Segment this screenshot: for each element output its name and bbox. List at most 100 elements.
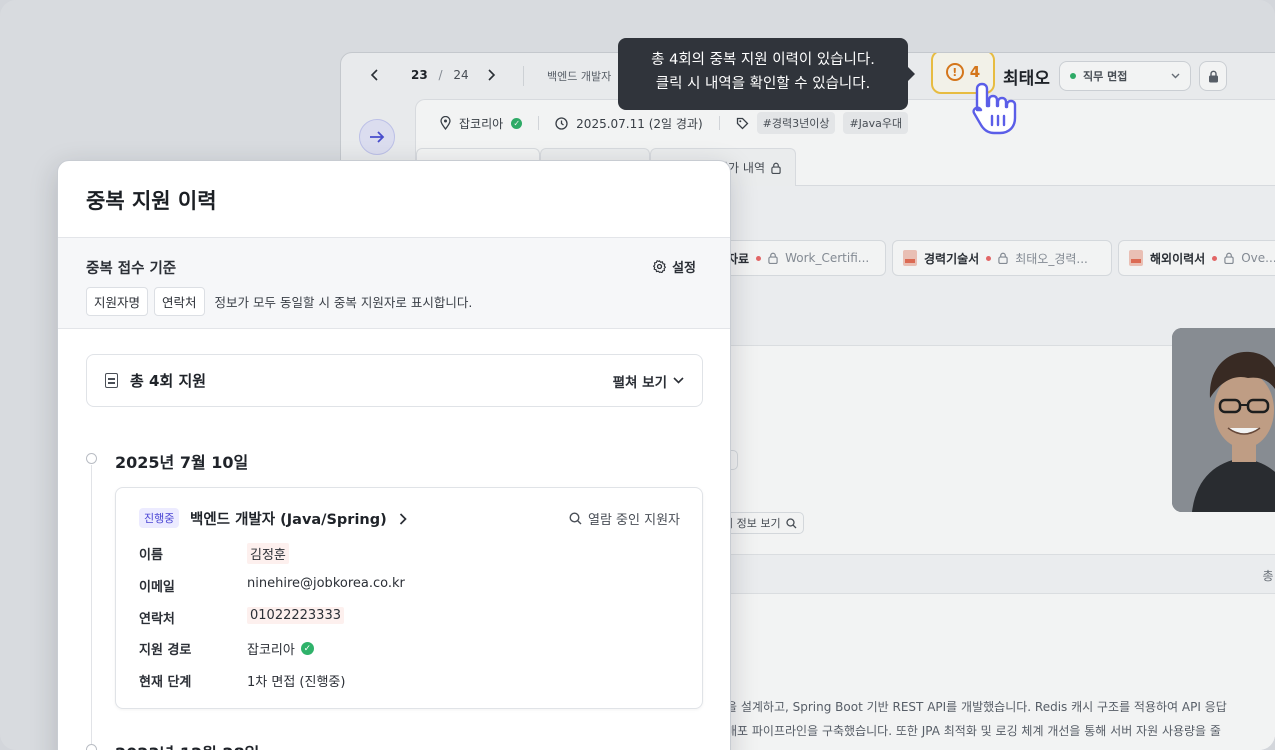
prev-arrow-icon[interactable] (365, 65, 385, 85)
field-value-name: 김정훈 (247, 543, 289, 564)
tag-chip[interactable]: #Java우대 (843, 112, 909, 134)
lock-icon (768, 252, 778, 264)
timeline-line (91, 465, 92, 750)
breadcrumb: 백엔드 개발자 (547, 70, 612, 83)
criteria-description: 정보가 모두 동일할 시 중복 지원자로 표시합니다. (214, 295, 473, 310)
chevron-right-icon (399, 512, 407, 525)
hand-cursor-icon (972, 82, 1017, 135)
timeline-date: 2023년 12월 28일 (115, 740, 259, 750)
chevron-down-icon (1171, 71, 1180, 82)
document-chip[interactable]: 경력기술서 최태오_경력... (892, 240, 1112, 276)
field-label: 현재 단계 (139, 675, 192, 690)
view-info-label: 서 정보 보기 (723, 517, 781, 530)
timeline-date: 2025년 7월 10일 (115, 453, 249, 472)
settings-button[interactable]: 설정 (653, 257, 696, 276)
pager-total: 24 (453, 68, 469, 82)
job-title-link[interactable]: 백엔드 개발자 (Java/Spring) (190, 508, 407, 529)
duplicate-criteria-section: 중복 접수 기준 설정 지원자명 연락처 정보가 모두 동일할 시 중복 지원자… (58, 237, 730, 329)
gear-icon (653, 260, 667, 273)
location-pin-icon (440, 116, 451, 130)
lock-icon (998, 252, 1008, 264)
expand-button[interactable]: 펼쳐 보기 (613, 371, 684, 391)
source-value: 잡코리아 (247, 643, 295, 658)
document-name: 해외이력서 (1150, 251, 1206, 266)
total-count: 총 4 (1262, 569, 1275, 583)
applied-date: 2025.07.11 (2일 경과) (576, 116, 703, 131)
tag-icon (736, 117, 749, 129)
chevron-down-icon (673, 377, 684, 384)
lock-icon (771, 162, 781, 174)
document-name: 경력기술서 (924, 251, 980, 266)
field-value-stage: 1차 면접 (진행중) (247, 671, 345, 690)
email-value: ninehire@jobkorea.co.kr (247, 576, 405, 591)
screen: 23 / 24 백엔드 개발자 ! 4 최태오 직무 면접 잡코리아 ✓ 202… (0, 0, 1275, 750)
criteria-chip: 지원자명 (86, 287, 149, 316)
criteria-title: 중복 접수 기준 (86, 261, 177, 277)
pager: 23 / 24 (411, 68, 469, 82)
profile-photo (1172, 328, 1275, 512)
duplicate-tooltip: 총 4회의 중복 지원 이력이 있습니다. 클릭 시 내역을 확인할 수 있습니… (618, 38, 915, 110)
lock-icon (1224, 252, 1234, 264)
document-file: 최태오_경력... (1015, 251, 1088, 266)
pager-separator: / (438, 68, 443, 82)
field-label: 이메일 (139, 580, 175, 595)
total-applications-summary[interactable]: 총 4회 지원 펼쳐 보기 (86, 354, 703, 407)
viewing-indicator: 열람 중인 지원자 (569, 509, 680, 528)
field-label: 연락처 (139, 612, 175, 627)
search-icon (785, 517, 797, 528)
lock-button[interactable] (1199, 61, 1227, 91)
timeline-dot (86, 744, 97, 750)
phone-value: 01022223333 (247, 607, 344, 624)
pdf-icon (1129, 250, 1143, 266)
modal-title: 중복 지원 이력 (86, 189, 217, 213)
candidate-meta-row: 잡코리아 ✓ 2025.07.11 (2일 경과) #경력3년이상 #Java우… (440, 112, 909, 134)
timeline-dot (86, 453, 97, 464)
status-badge: 진행중 (139, 508, 180, 528)
tag-chip[interactable]: #경력3년이상 (756, 112, 836, 134)
tooltip-line-1: 총 4회의 중복 지원 이력이 있습니다. (651, 52, 875, 68)
tooltip-line-2: 클릭 시 내역을 확인할 수 있습니다. (655, 76, 871, 92)
status-dot-icon (1070, 73, 1076, 79)
document-chip[interactable]: 해외이력서 Ove... (1118, 240, 1275, 276)
document-file: Ove... (1241, 251, 1275, 265)
field-label: 이름 (139, 548, 163, 563)
document-chip[interactable]: 자료 Work_Certifi... (716, 240, 886, 276)
next-arrow-icon[interactable] (481, 65, 501, 85)
duplicate-history-modal: 중복 지원 이력 중복 접수 기준 설정 지원자명 연락처 정보가 모두 동일할… (57, 160, 731, 750)
divider (718, 116, 720, 130)
settings-label: 설정 (672, 261, 696, 276)
field-label: 지원 경로 (139, 643, 192, 658)
expand-sidebar-button[interactable] (359, 119, 395, 155)
job-title: 백엔드 개발자 (Java/Spring) (190, 512, 387, 528)
stage-select-value: 직무 면접 (1083, 70, 1128, 83)
body-text-line: 을 설계하고, Spring Boot 기반 REST API를 개발했습니다.… (726, 700, 1227, 714)
source-text: 잡코리아 (459, 116, 504, 131)
body-text-line: 배포 파이프라인을 구축했습니다. 또한 JPA 최적화 및 로깅 체계 개선을… (726, 724, 1221, 738)
clock-icon (555, 116, 568, 130)
required-dot-icon (756, 255, 762, 261)
search-icon (569, 512, 582, 525)
duplicate-count: 4 (969, 63, 981, 81)
expand-label: 펼쳐 보기 (612, 374, 667, 391)
divider (523, 66, 524, 86)
viewing-label: 열람 중인 지원자 (588, 513, 680, 528)
field-value-source: 잡코리아 ✓ (247, 639, 314, 658)
criteria-chip: 연락처 (154, 287, 205, 316)
stage-select[interactable]: 직무 면접 (1059, 61, 1191, 91)
verified-icon: ✓ (511, 117, 523, 129)
name-value: 김정훈 (247, 543, 289, 564)
pdf-icon (903, 250, 917, 266)
required-dot-icon (986, 255, 992, 261)
document-file: Work_Certifi... (785, 251, 870, 265)
divider (538, 116, 540, 130)
criteria-row: 지원자명 연락처 정보가 모두 동일할 시 중복 지원자로 표시합니다. (86, 287, 472, 316)
document-icon (105, 373, 118, 388)
total-applications-label: 총 4회 지원 (130, 372, 207, 390)
field-value-email: ninehire@jobkorea.co.kr (247, 576, 405, 591)
field-value-phone: 01022223333 (247, 607, 344, 624)
stage-value: 1차 면접 (진행중) (247, 675, 346, 690)
pager-current: 23 (411, 68, 428, 82)
verified-icon: ✓ (300, 642, 314, 655)
lock-icon (1208, 70, 1218, 82)
application-card: 진행중 백엔드 개발자 (Java/Spring) 열람 중인 지원자 이름 김… (115, 487, 703, 709)
